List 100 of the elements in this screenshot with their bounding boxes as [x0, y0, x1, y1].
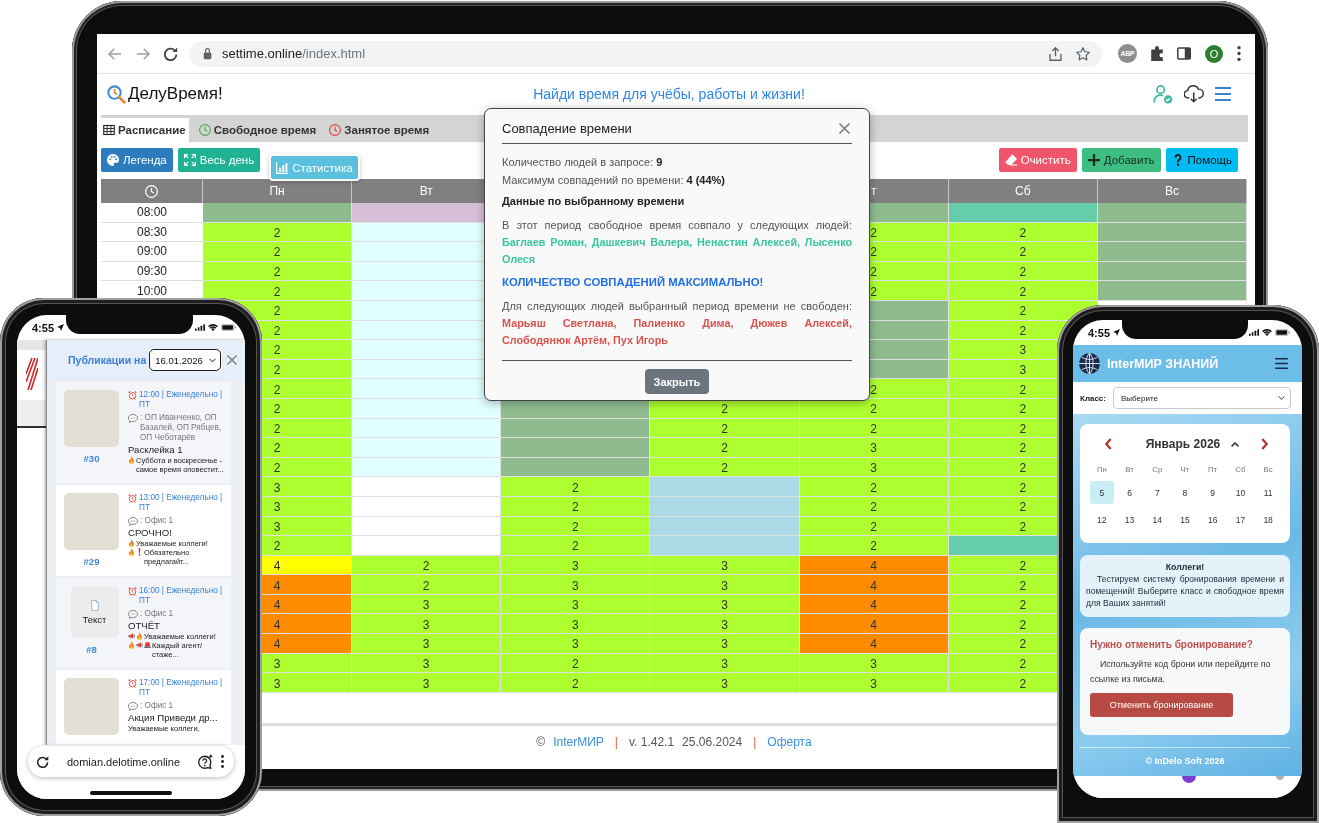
- legend-button[interactable]: Легенда: [101, 148, 173, 172]
- globe-logo-icon: [1079, 353, 1100, 374]
- user-check-icon[interactable]: [1153, 84, 1173, 104]
- column-header: Сб: [948, 179, 1098, 203]
- caret-icon: [209, 357, 217, 363]
- reload-icon[interactable]: [164, 46, 178, 61]
- table-cell: 2: [799, 477, 949, 497]
- address-text: settime.online/index.html: [222, 46, 366, 61]
- publication-id[interactable]: #30: [83, 453, 100, 464]
- siren-icon: [144, 641, 151, 649]
- separator-text: |: [614, 734, 618, 750]
- dialog-title: Совпадение времени: [502, 120, 632, 137]
- table-icon: [103, 124, 115, 136]
- address-bar[interactable]: settime.online/index.html: [189, 40, 1102, 67]
- calendar-day[interactable]: 8: [1173, 481, 1197, 504]
- speech-bubble-icon: [128, 609, 138, 619]
- close-icon[interactable]: [839, 123, 850, 134]
- bookmark-star-icon[interactable]: [1076, 46, 1090, 61]
- panel-title: Публикации на: [68, 354, 147, 366]
- table-cell: 2: [650, 438, 800, 458]
- kebab-menu-icon[interactable]: [221, 755, 224, 768]
- close-icon[interactable]: [227, 355, 238, 365]
- calendar-day[interactable]: 14: [1145, 508, 1170, 531]
- publication-title: СРОЧНО!: [128, 527, 173, 539]
- table-cell: 2: [650, 418, 800, 439]
- publication-title: Акция Приведи др...: [128, 712, 219, 724]
- cloud-download-icon[interactable]: [1184, 85, 1204, 103]
- menu-icon[interactable]: [1215, 87, 1231, 101]
- tile-label: Текст: [82, 613, 107, 625]
- chevron-right-icon[interactable]: [1261, 438, 1268, 450]
- table-cell: 3: [352, 653, 502, 674]
- chevron-left-icon[interactable]: [1105, 438, 1112, 450]
- image-placeholder: [64, 678, 119, 735]
- table-cell: 4: [799, 614, 949, 635]
- calendar-day[interactable]: 11: [1256, 481, 1281, 504]
- table-cell: 2: [203, 242, 353, 262]
- calendar-day[interactable]: 15: [1173, 508, 1197, 531]
- puzzle-icon[interactable]: [1151, 46, 1163, 61]
- menu-icon[interactable]: [1275, 358, 1288, 369]
- table-cell: 4: [799, 575, 949, 595]
- forward-icon[interactable]: [136, 47, 150, 60]
- calendar-day[interactable]: 17: [1228, 508, 1253, 531]
- table-cell: 2: [501, 673, 651, 693]
- table-cell: 3: [650, 634, 800, 654]
- footer-text: © InDelo Soft 2026: [1144, 756, 1226, 766]
- calendar-day[interactable]: 16: [1200, 508, 1225, 531]
- magnifier-clock-icon: [107, 84, 126, 104]
- table-cell: 3: [650, 575, 800, 595]
- tab[interactable]: Расписание: [101, 118, 189, 142]
- cancel-booking-button[interactable]: Отменить бронирование: [1090, 693, 1233, 717]
- location-arrow-icon: [1113, 329, 1121, 336]
- brand-name: InterМИР ЗНАНИЙ: [1107, 356, 1220, 371]
- image-placeholder: [64, 493, 119, 550]
- plus-icon: [1087, 154, 1100, 166]
- reload-icon[interactable]: [37, 755, 49, 768]
- calendar-day[interactable]: 9: [1200, 481, 1225, 504]
- address-text: domian.delotime.online: [65, 755, 182, 768]
- calendar-day[interactable]: 10: [1228, 481, 1253, 504]
- table-cell: 2: [501, 477, 651, 497]
- address-bar[interactable]: domian.delotime.online: [28, 746, 234, 777]
- calendar-day[interactable]: 13: [1117, 508, 1142, 531]
- exclamation-icon: [136, 548, 143, 556]
- table-cell: 3: [352, 614, 502, 635]
- add-button[interactable]: Добавить: [1081, 148, 1161, 172]
- back-icon[interactable]: [108, 47, 122, 60]
- footer-text: 25.06.2024: [682, 734, 743, 750]
- column-header: Вс: [1097, 179, 1247, 203]
- calendar-day[interactable]: 7: [1145, 481, 1170, 504]
- people-list: Марьяш Светлана, Палиенко Дима, Дюжев Алексей, Слободянюк Артём, Пух Игорь: [502, 315, 852, 348]
- tab[interactable]: Занятое время: [327, 118, 433, 142]
- share-icon[interactable]: [1049, 46, 1062, 61]
- sidebar-icon[interactable]: [1177, 47, 1191, 60]
- class-select[interactable]: Выберите: [1113, 387, 1291, 409]
- footer-text: ©: [536, 734, 546, 750]
- logo-icon: [25, 356, 38, 390]
- caret-up-icon[interactable]: [1231, 441, 1240, 447]
- dialog-text: Максимум совпадений по времени: 4 (44%): [502, 173, 727, 188]
- profile-avatar[interactable]: O: [1205, 44, 1223, 63]
- eraser-icon: [1004, 154, 1017, 166]
- tab[interactable]: Свободное время: [196, 118, 320, 142]
- footer-link[interactable]: InterМИР: [553, 734, 604, 750]
- battery-icon: [1275, 329, 1290, 336]
- month-title[interactable]: Январь 2026: [1145, 437, 1221, 451]
- table-cell: 2: [799, 536, 949, 556]
- calendar-day[interactable]: 5: [1089, 481, 1114, 504]
- table-cell: 2: [352, 575, 502, 595]
- wifi-icon: [208, 324, 218, 331]
- table-cell: 3: [501, 634, 651, 654]
- publication-id[interactable]: #29: [83, 556, 100, 567]
- clock-icon: [329, 124, 342, 136]
- help-button[interactable]: Помощь: [1165, 148, 1238, 172]
- kebab-menu-icon[interactable]: [1237, 46, 1241, 61]
- round-icon[interactable]: [1182, 776, 1196, 783]
- calendar-day[interactable]: 6: [1117, 481, 1142, 504]
- date-select[interactable]: 16.01.2026: [149, 349, 222, 371]
- footer-link[interactable]: Оферта: [767, 734, 812, 750]
- dialog-text: Для следующих людей выбранный период времени не свободен:: [502, 299, 852, 314]
- question-bubble-icon[interactable]: [198, 754, 213, 769]
- close-button[interactable]: Закрыть: [644, 369, 710, 394]
- calendar-day[interactable]: 18: [1256, 508, 1281, 531]
